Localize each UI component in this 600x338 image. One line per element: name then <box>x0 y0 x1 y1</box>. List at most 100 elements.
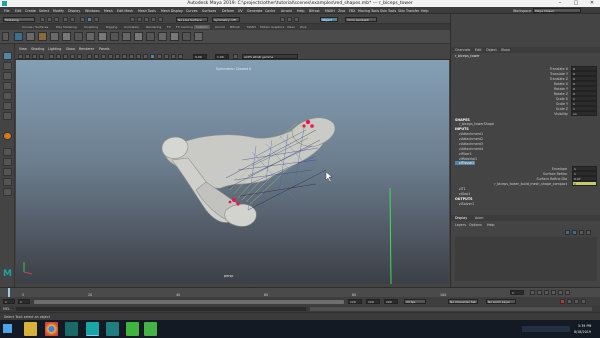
shelf-tab-motion-graphics[interactable]: Motion Graphics <box>260 25 284 29</box>
layer-new-selected-icon[interactable] <box>572 230 577 235</box>
maya-alt-taskbar-icon[interactable] <box>106 322 119 336</box>
clock-time[interactable]: 5:39 PM <box>578 324 591 328</box>
snap-point-icon[interactable] <box>144 16 149 22</box>
shelf-tool-4-icon[interactable] <box>50 32 59 41</box>
cb-attr-translate-x[interactable]: Translate X <box>550 67 568 71</box>
resolution-gate-icon[interactable] <box>63 53 68 59</box>
shadows-icon[interactable] <box>129 53 134 59</box>
cb-input-item[interactable]: ziT1 <box>459 187 466 191</box>
cb-input-item[interactable]: ziAttachment3 <box>459 142 483 146</box>
lasso-tool-icon[interactable] <box>3 62 12 70</box>
cb-tissue-attr-envelope[interactable]: Envelope <box>552 167 567 171</box>
cb-input-item[interactable]: ziAttachment1 <box>459 132 483 136</box>
goto-start-icon[interactable] <box>530 290 535 295</box>
anim-prefs-icon[interactable] <box>567 299 572 304</box>
four-view-icon[interactable] <box>3 158 12 166</box>
anim-layer-dropdown[interactable]: No Anim Layer <box>486 299 516 304</box>
menu-uv[interactable]: UV <box>238 9 243 13</box>
menu-edit-mesh[interactable]: Edit Mesh <box>117 9 133 13</box>
move-tool-icon[interactable] <box>3 82 12 90</box>
render-settings-icon[interactable] <box>294 16 299 22</box>
shelf-tool-6-icon[interactable] <box>74 32 83 41</box>
anti-alias-icon[interactable] <box>150 53 155 59</box>
play-back-icon[interactable] <box>544 290 549 295</box>
camera-select-icon[interactable] <box>18 53 23 59</box>
windows-start-icon[interactable] <box>3 324 12 333</box>
object-name-field[interactable]: Object <box>320 16 338 22</box>
fps-dropdown[interactable]: 24 fps <box>404 299 426 304</box>
isolate-select-icon[interactable] <box>157 53 162 59</box>
cb-tab-channels[interactable]: Channels <box>455 48 470 52</box>
cb-output-item[interactable]: ziSolver1 <box>459 202 474 206</box>
step-back-icon[interactable] <box>537 290 542 295</box>
snap-view-icon[interactable] <box>151 16 156 22</box>
user-account-dropdown[interactable]: Chris Garibaldi <box>345 16 377 22</box>
terminal-taskbar-icon[interactable] <box>126 322 139 336</box>
menu-windows[interactable]: Windows <box>85 9 100 13</box>
current-frame-field[interactable]: 1 <box>510 290 524 295</box>
shelf-tab-bifrost[interactable]: Bifrost <box>230 25 240 29</box>
cb-attr-rotate-y[interactable]: Rotate Y <box>554 87 568 91</box>
select-hierarchy-icon[interactable] <box>80 16 85 22</box>
snap-curve-icon[interactable] <box>137 16 142 22</box>
redo-icon[interactable] <box>70 16 75 22</box>
motion-blur-icon[interactable] <box>143 53 148 59</box>
playback-start-field[interactable]: 1 <box>18 299 30 304</box>
step-forward-icon[interactable] <box>558 290 563 295</box>
menu-deform[interactable]: Deform <box>222 9 234 13</box>
shelf-tool-9-icon[interactable] <box>110 32 119 41</box>
cb-input-item[interactable]: ziAttachment2 <box>459 137 483 141</box>
exposure-field[interactable]: 1.00 <box>215 53 229 59</box>
wireframe-icon[interactable] <box>87 53 92 59</box>
shelf-tab-mash[interactable]: MASH <box>247 25 256 29</box>
shelf-tab-xgen[interactable]: XGen <box>287 25 295 29</box>
xray-icon[interactable] <box>164 53 169 59</box>
vp-menu-panels[interactable]: Panels <box>99 47 110 51</box>
open-scene-icon[interactable] <box>47 16 52 22</box>
layer-move-down-icon[interactable] <box>586 230 591 235</box>
cb-object-name[interactable]: r_biceps_tower <box>455 54 480 58</box>
vp-menu-view[interactable]: View <box>19 47 27 51</box>
smooth-shade-icon[interactable] <box>94 53 99 59</box>
shelf-tool-12-icon[interactable] <box>146 32 155 41</box>
new-scene-icon[interactable] <box>40 16 45 22</box>
shelf-tool-13-icon[interactable] <box>158 32 167 41</box>
character-set-dropdown[interactable]: No Character Set <box>448 299 478 304</box>
shelf-tool-16-icon[interactable] <box>194 32 203 41</box>
layer-move-up-icon[interactable] <box>579 230 584 235</box>
file-explorer-icon[interactable] <box>24 322 37 336</box>
cb-attr-rotate-z[interactable]: Rotate Z <box>554 92 568 96</box>
lights-icon[interactable] <box>122 53 127 59</box>
anim-end-field[interactable]: 120 <box>366 299 380 304</box>
vp-menu-show[interactable]: Show <box>66 47 75 51</box>
menu-bifrost[interactable]: Bifrost <box>309 9 320 13</box>
range-slider[interactable] <box>34 299 344 304</box>
goto-end-icon[interactable] <box>565 290 570 295</box>
shelf-tool-1-icon[interactable] <box>14 32 23 41</box>
cb-tissue-attr-refine[interactable]: Surface Refine <box>543 172 567 176</box>
shelf-tab-ziva[interactable]: Ziva <box>300 25 307 29</box>
menu-fbx[interactable]: FBX <box>349 9 355 13</box>
cb-shape-name[interactable]: r_biceps_towerShape <box>459 122 494 126</box>
cb-input-item[interactable]: ziGeo1 <box>459 192 470 196</box>
cb-attr-scale-y[interactable]: Scale Y <box>556 102 568 106</box>
menu-modify[interactable]: Modify <box>53 9 64 13</box>
cb-input-item-selected[interactable]: ziTissue1 <box>455 161 475 165</box>
play-forward-icon[interactable] <box>551 290 556 295</box>
ipr-render-icon[interactable] <box>287 16 292 22</box>
live-surface-field[interactable]: No Live Surface <box>176 16 208 22</box>
shelf-tab-rendering[interactable]: Rendering <box>146 25 161 29</box>
shelf-tab-fx[interactable]: FX <box>167 25 171 29</box>
vp-menu-shading[interactable]: Shading <box>31 47 44 51</box>
menu-edit[interactable]: Edit <box>15 9 21 13</box>
menu-cache[interactable]: Cache <box>265 9 275 13</box>
cb-attr-scale-x[interactable]: Scale X <box>556 97 568 101</box>
close-icon[interactable]: ✕ <box>584 0 600 7</box>
cb-attr-rotate-x[interactable]: Rotate X <box>554 82 568 86</box>
workspace-dropdown[interactable]: Maya Classic <box>533 8 581 13</box>
shelf-tool-10-icon[interactable] <box>122 32 131 41</box>
menu-moving-tools[interactable]: Moving Tools <box>358 9 379 13</box>
vp-menu-renderer[interactable]: Renderer <box>79 47 94 51</box>
layer-list[interactable] <box>455 237 597 281</box>
sound-icon[interactable] <box>574 299 579 304</box>
